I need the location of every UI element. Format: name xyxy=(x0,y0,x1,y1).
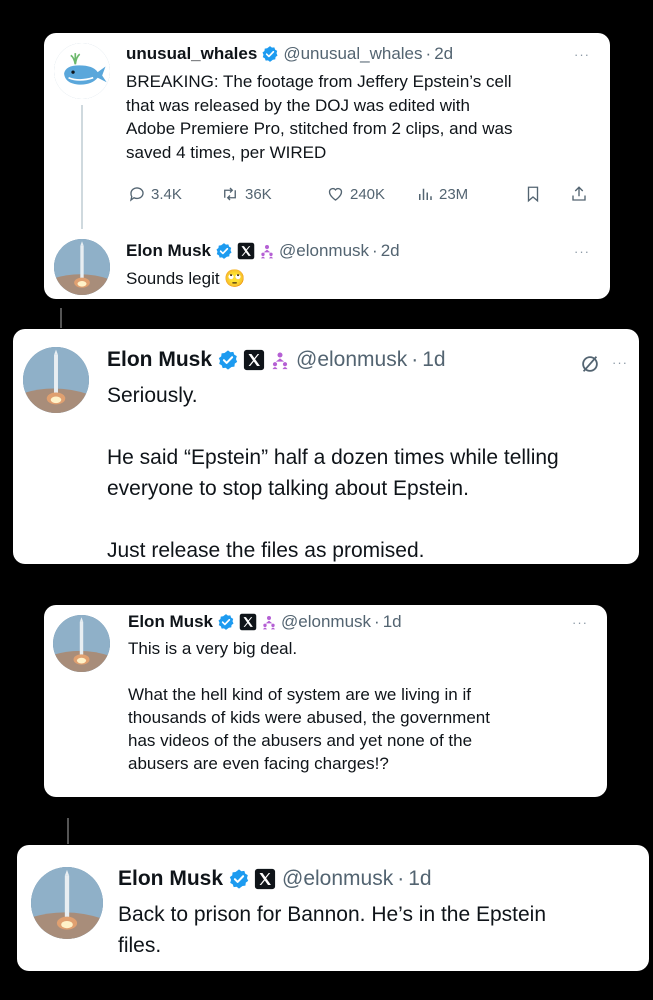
edit-off-icon[interactable] xyxy=(579,353,601,375)
author-name[interactable]: Elon Musk xyxy=(107,348,212,372)
x-logo-icon xyxy=(254,868,276,890)
verified-badge-icon xyxy=(261,45,279,63)
elon-musk-avatar[interactable] xyxy=(23,347,89,413)
x-logo-icon xyxy=(237,242,255,260)
author-name[interactable]: Elon Musk xyxy=(126,241,211,261)
share-button[interactable] xyxy=(570,185,593,203)
more-options-icon[interactable]: ··· xyxy=(574,47,590,62)
author-handle[interactable]: @elonmusk xyxy=(281,612,371,632)
thread-line xyxy=(67,818,69,844)
views-count: 23M xyxy=(439,185,469,203)
bookmark-icon xyxy=(527,186,539,203)
tweet-text: Seriously. He said “Epstein” half a doze… xyxy=(107,384,559,562)
views-icon xyxy=(419,188,432,200)
retweet-icon xyxy=(224,187,236,201)
reply-button[interactable]: 3.4K xyxy=(128,185,182,203)
elon-musk-avatar[interactable] xyxy=(31,867,103,939)
share-icon xyxy=(572,186,586,201)
retweet-button[interactable]: 36K xyxy=(220,185,272,203)
tweet-time[interactable]: 2d xyxy=(381,241,400,261)
author-handle[interactable]: @elonmusk xyxy=(296,348,407,372)
separator-dot: · xyxy=(374,612,380,631)
more-options-icon[interactable]: ··· xyxy=(574,244,590,259)
tweet-header: unusual_whales @unusual_whales · 2d xyxy=(126,44,453,64)
more-options-icon[interactable]: ··· xyxy=(612,355,628,370)
verified-badge-icon xyxy=(217,613,235,631)
like-count: 240K xyxy=(350,185,386,203)
tweet-text: This is a very big deal. What the hell k… xyxy=(128,639,490,773)
tweet-header: Elon Musk @elonmusk · 1d xyxy=(118,867,432,891)
tweet-header: Elon Musk @elonmusk · 2d xyxy=(126,241,400,261)
tweet-time[interactable]: 2d xyxy=(434,44,453,64)
author-name[interactable]: Elon Musk xyxy=(128,612,213,632)
author-name[interactable]: unusual_whales xyxy=(126,44,257,64)
tweet-text: Back to prison for Bannon. He’s in the E… xyxy=(118,903,547,957)
author-handle[interactable]: @unusual_whales xyxy=(283,44,422,64)
affiliate-icon xyxy=(270,350,290,370)
verified-badge-icon xyxy=(215,242,233,260)
reply-icon xyxy=(129,187,144,202)
tweet-card-2: Elon Musk @elonmusk · 1d ··· Seriously. … xyxy=(13,329,639,564)
tweet-header: Elon Musk @elonmusk · 1d xyxy=(128,612,402,632)
thread-line xyxy=(60,308,62,328)
tweet-time[interactable]: 1d xyxy=(383,612,402,632)
separator-dot: · xyxy=(411,348,419,371)
views-button[interactable]: 23M xyxy=(416,185,468,203)
author-handle[interactable]: @elonmusk xyxy=(282,867,393,891)
more-options-icon[interactable]: ··· xyxy=(572,615,588,630)
reply-count: 3.4K xyxy=(151,185,182,203)
tweet-text: BREAKING: The footage from Jeffery Epste… xyxy=(126,72,513,162)
like-button[interactable]: 240K xyxy=(326,185,385,203)
thread-line xyxy=(81,105,83,229)
x-logo-icon xyxy=(243,349,265,371)
tweet-header: Elon Musk @elonmusk · 1d xyxy=(107,348,446,372)
tweet-time[interactable]: 1d xyxy=(408,867,431,891)
elon-musk-avatar[interactable] xyxy=(53,615,110,672)
elon-musk-avatar[interactable] xyxy=(54,239,110,295)
retweet-count: 36K xyxy=(245,185,272,203)
verified-badge-icon xyxy=(228,868,250,890)
separator-dot: · xyxy=(397,867,405,890)
author-name[interactable]: Elon Musk xyxy=(118,867,223,891)
separator-dot: · xyxy=(425,44,432,63)
bookmark-button[interactable] xyxy=(524,185,547,203)
verified-badge-icon xyxy=(217,349,239,371)
author-handle[interactable]: @elonmusk xyxy=(279,241,369,261)
affiliate-icon xyxy=(259,243,275,259)
affiliate-icon xyxy=(261,614,277,630)
like-icon xyxy=(328,187,343,201)
thread-card-1: unusual_whales @unusual_whales · 2d ··· … xyxy=(44,33,610,299)
tweet-time[interactable]: 1d xyxy=(422,348,445,372)
tweet-text: Sounds legit 🙄 xyxy=(126,269,246,288)
tweet-card-4: Elon Musk @elonmusk · 1d Back to prison … xyxy=(17,845,649,971)
unusual-whales-avatar[interactable] xyxy=(54,43,110,99)
tweet-card-3: Elon Musk @elonmusk · 1d ··· This is a v… xyxy=(44,605,607,797)
separator-dot: · xyxy=(372,241,378,260)
x-logo-icon xyxy=(239,613,257,631)
